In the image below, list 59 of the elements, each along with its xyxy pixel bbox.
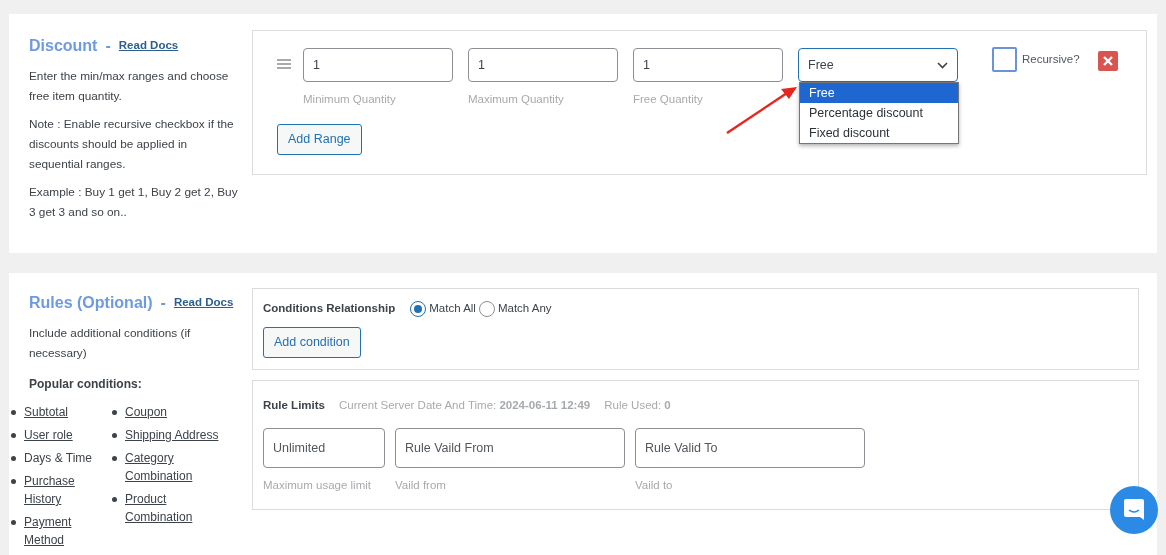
bullet-icon <box>112 433 117 438</box>
description-text: Enter the min/max ranges and choose free item quantity. <box>29 68 230 105</box>
bullet-icon <box>112 410 117 415</box>
field-caption: Maximum Quantity <box>468 92 565 107</box>
number-field[interactable]: 1 <box>633 48 783 82</box>
close-icon <box>1102 56 1113 66</box>
section-subtitle: Rule Limits <box>263 398 325 413</box>
recursive-checkbox[interactable] <box>992 47 1017 72</box>
text-field[interactable]: Rule Vaild From <box>395 428 625 469</box>
field-caption: Vaild to <box>635 478 674 494</box>
drag-handle-icon[interactable] <box>277 59 291 69</box>
condition-link[interactable]: Payment Method <box>24 513 112 549</box>
field-caption: Minimum Quantity <box>303 92 397 107</box>
bullet-icon <box>11 479 16 484</box>
condition-link[interactable]: User role <box>24 426 73 444</box>
bullet-icon <box>11 433 16 438</box>
separator: - <box>160 293 166 313</box>
dropdown-option[interactable]: Percentage discount <box>800 103 958 123</box>
condition-link[interactable]: Purchase History <box>24 472 112 508</box>
dropdown-option[interactable]: Free <box>800 83 958 103</box>
text-field[interactable]: Unlimited <box>263 428 385 469</box>
condition-text: Days & Time <box>24 450 92 467</box>
server-time-text: Current Server Date And Time: 2024-06-11 12:49 <box>339 398 591 413</box>
delete-button[interactable] <box>1097 51 1118 71</box>
docs-link[interactable]: Read Docs <box>118 37 179 55</box>
number-field[interactable]: 1 <box>303 48 453 82</box>
field-label: Conditions Relationship <box>263 301 396 316</box>
number-field[interactable]: 1 <box>468 48 618 82</box>
radio-option[interactable]: Match Any <box>478 300 552 318</box>
docs-link[interactable]: Read Docs <box>173 294 234 312</box>
radio-option[interactable]: Match All <box>410 300 476 318</box>
checkbox-label: Recursive? <box>1022 51 1080 67</box>
text-field[interactable]: Rule Valid To <box>635 428 865 469</box>
bullet-icon <box>11 520 16 525</box>
separator: - <box>105 36 111 56</box>
add-condition-button[interactable]: Add condition <box>263 327 361 358</box>
add-range-button[interactable]: Add Range <box>277 124 362 155</box>
section-title: Discount <box>29 36 98 56</box>
description-text: Example : Buy 1 get 1, Buy 2 get 2, Buy 3 get 3 and so on.. <box>29 184 239 221</box>
field-caption: Free Quantity <box>633 92 704 107</box>
condition-link[interactable]: Subtotal <box>24 403 69 421</box>
condition-link[interactable]: Coupon <box>125 403 168 421</box>
bullet-icon <box>11 456 16 461</box>
bullet-icon <box>112 456 117 461</box>
chat-icon <box>1123 498 1145 522</box>
field-caption: Vaild from <box>395 478 447 494</box>
field-caption: Maximum usage limit <box>263 478 372 494</box>
description-text: Note : Enable recursive checkbox if the discounts should be applied in sequential ranges. <box>29 116 235 173</box>
condition-link[interactable]: Shipping Address <box>125 426 219 444</box>
bullet-icon <box>11 410 16 415</box>
dropdown-option[interactable]: Fixed discount <box>800 123 958 143</box>
condition-link[interactable]: Category Combination <box>125 449 224 485</box>
section-title: Rules (Optional) <box>29 293 153 313</box>
usage-count-text: Rule Used: 0 <box>604 398 671 413</box>
bullet-icon <box>112 497 117 502</box>
chevron-down-icon <box>937 61 948 69</box>
description-text: Include additional conditions (if necessary) <box>29 325 192 362</box>
list-heading: Popular conditions: <box>29 376 143 393</box>
condition-link[interactable]: Product Combination <box>125 490 224 526</box>
